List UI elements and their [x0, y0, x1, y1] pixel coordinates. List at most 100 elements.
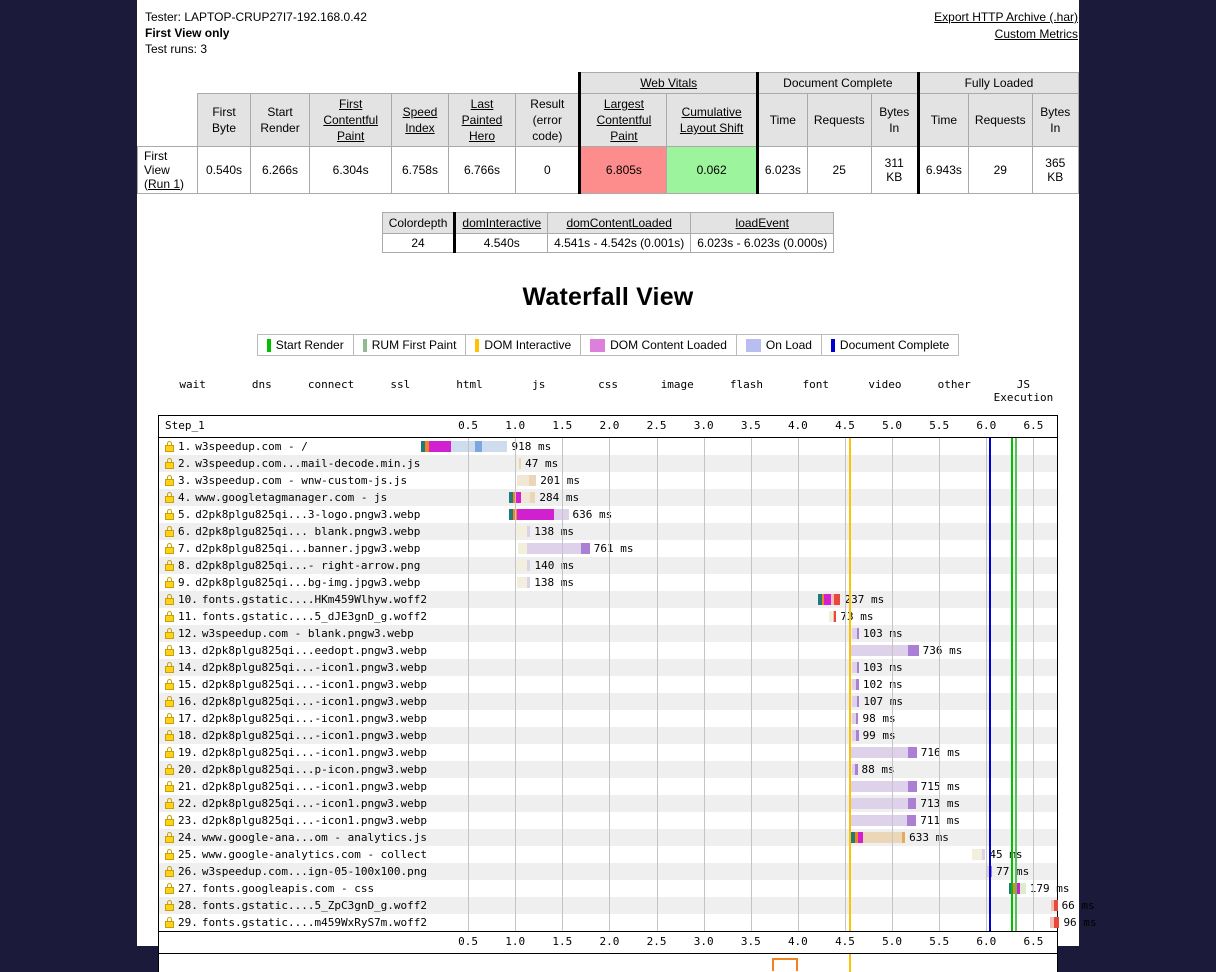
- request-label[interactable]: 4. www.googletagmanager.com - js: [159, 491, 421, 504]
- waterfall-row[interactable]: 16. d2pk8plgu825qi...-icon1.pngw3.webp 107…: [159, 693, 1057, 710]
- request-label[interactable]: 26. w3speedup.com...ign-05-100x100.png: [159, 865, 427, 878]
- request-bar[interactable]: [971, 849, 986, 860]
- request-label[interactable]: 7. d2pk8plgu825qi...banner.jpgw3.webp: [159, 542, 421, 555]
- waterfall-row[interactable]: 17. d2pk8plgu825qi...-icon1.pngw3.webp 98 …: [159, 710, 1057, 727]
- request-label[interactable]: 14. d2pk8plgu825qi...-icon1.pngw3.webp: [159, 661, 427, 674]
- request-label[interactable]: 27. fonts.googleapis.com - css: [159, 882, 421, 895]
- request-label[interactable]: 16. d2pk8plgu825qi...-icon1.pngw3.webp: [159, 695, 427, 708]
- col-speed-index[interactable]: Speed Index: [391, 93, 449, 147]
- run-1-link[interactable]: Run 1: [148, 177, 180, 191]
- request-label[interactable]: 22. d2pk8plgu825qi...-icon1.pngw3.webp: [159, 797, 427, 810]
- request-bar[interactable]: [849, 662, 859, 673]
- request-bar[interactable]: [849, 696, 860, 707]
- request-bar[interactable]: [508, 492, 536, 503]
- request-bar[interactable]: [849, 679, 859, 690]
- request-bar[interactable]: [516, 458, 522, 469]
- request-bar[interactable]: [517, 526, 531, 537]
- request-bar[interactable]: [849, 628, 859, 639]
- waterfall-row[interactable]: 24. www.google-ana...om - analytics.js 633…: [159, 829, 1057, 846]
- waterfall-row[interactable]: 25. www.google-analytics.com - collect 45 …: [159, 846, 1057, 863]
- request-bar[interactable]: [518, 543, 590, 554]
- request-label[interactable]: 9. d2pk8plgu825qi...bg-img.jpgw3.webp: [159, 576, 421, 589]
- col-domcontentloaded[interactable]: domContentLoaded: [547, 212, 692, 234]
- request-label[interactable]: 8. d2pk8plgu825qi...- right-arrow.png: [159, 559, 421, 572]
- col-dominteractive[interactable]: domInteractive: [453, 212, 549, 234]
- waterfall-row[interactable]: 26. w3speedup.com...ign-05-100x100.png 77 …: [159, 863, 1057, 880]
- waterfall-row[interactable]: 15. d2pk8plgu825qi...-icon1.pngw3.webp 102…: [159, 676, 1057, 693]
- request-label[interactable]: 10. fonts.gstatic....HKm459Wlhyw.woff2: [159, 593, 427, 606]
- waterfall-row[interactable]: 13. d2pk8plgu825qi...eedopt.pngw3.webp 736…: [159, 642, 1057, 659]
- request-bar[interactable]: [849, 645, 919, 656]
- custom-metrics-link[interactable]: Custom Metrics: [934, 26, 1078, 43]
- request-bar[interactable]: [508, 509, 569, 520]
- request-label[interactable]: 11. fonts.gstatic....5_dJE3gnD_g.woff2: [159, 610, 427, 623]
- request-label[interactable]: 24. www.google-ana...om - analytics.js: [159, 831, 427, 844]
- request-label[interactable]: 15. d2pk8plgu825qi...-icon1.pngw3.webp: [159, 678, 427, 691]
- request-bar[interactable]: [849, 713, 859, 724]
- request-bar[interactable]: [849, 747, 917, 758]
- request-label[interactable]: 21. d2pk8plgu825qi...-icon1.pngw3.webp: [159, 780, 427, 793]
- col-last-painted-hero[interactable]: Last Painted Hero: [447, 93, 517, 147]
- waterfall-row[interactable]: 19. d2pk8plgu825qi...-icon1.pngw3.webp 716…: [159, 744, 1057, 761]
- waterfall-row[interactable]: 21. d2pk8plgu825qi...-icon1.pngw3.webp 715…: [159, 778, 1057, 795]
- waterfall-row[interactable]: 1. w3speedup.com - / 918 ms: [159, 438, 1057, 455]
- waterfall-row[interactable]: 29. fonts.gstatic....m459WxRyS7m.woff2 96 …: [159, 914, 1097, 931]
- request-label[interactable]: 28. fonts.gstatic....5_ZpC3gnD_g.woff2: [159, 899, 427, 912]
- waterfall-row[interactable]: 12. w3speedup.com - blank.pngw3.webp 103 m…: [159, 625, 1057, 642]
- waterfall-row[interactable]: 20. d2pk8plgu825qi...p-icon.pngw3.webp 88 …: [159, 761, 1057, 778]
- request-bar[interactable]: [849, 781, 917, 792]
- waterfall-row[interactable]: 5. d2pk8plgu825qi...3-logo.pngw3.webp 636 …: [159, 506, 1057, 523]
- request-bar-segment: [451, 441, 476, 452]
- request-bar[interactable]: [984, 866, 993, 877]
- request-bar[interactable]: [818, 594, 841, 605]
- waterfall-row[interactable]: 23. d2pk8plgu825qi...-icon1.pngw3.webp 711…: [159, 812, 1057, 829]
- request-bar[interactable]: [517, 475, 537, 486]
- request-bar[interactable]: [849, 730, 859, 741]
- waterfall-row[interactable]: 10. fonts.gstatic....HKm459Wlhyw.woff2 237…: [159, 591, 1057, 608]
- waterfall-row[interactable]: 9. d2pk8plgu825qi...bg-img.jpgw3.webp 138 …: [159, 574, 1057, 591]
- request-bar[interactable]: [1008, 883, 1026, 894]
- request-label[interactable]: 19. d2pk8plgu825qi...-icon1.pngw3.webp: [159, 746, 427, 759]
- col-cumulative-layout-shift[interactable]: Cumulative Layout Shift: [666, 93, 759, 147]
- col-largest-contentful-paint[interactable]: Largest Contentful Paint: [578, 93, 668, 147]
- request-label[interactable]: 13. d2pk8plgu825qi...eedopt.pngw3.webp: [159, 644, 427, 657]
- waterfall-row[interactable]: 27. fonts.googleapis.com - css 179 ms: [159, 880, 1070, 897]
- waterfall-row[interactable]: 7. d2pk8plgu825qi...banner.jpgw3.webp 761 …: [159, 540, 1057, 557]
- export-har-link[interactable]: Export HTTP Archive (.har): [934, 9, 1078, 26]
- waterfall-row[interactable]: 4. www.googletagmanager.com - js 284 ms: [159, 489, 1057, 506]
- request-label[interactable]: 2. w3speedup.com...mail-decode.min.js: [159, 457, 421, 470]
- request-label[interactable]: 5. d2pk8plgu825qi...3-logo.pngw3.webp: [159, 508, 421, 521]
- waterfall-row[interactable]: 22. d2pk8plgu825qi...-icon1.pngw3.webp 713…: [159, 795, 1057, 812]
- request-label[interactable]: 12. w3speedup.com - blank.pngw3.webp: [159, 627, 421, 640]
- col-loadevent[interactable]: loadEvent: [690, 212, 835, 234]
- request-bar[interactable]: [1050, 917, 1060, 928]
- request-bar[interactable]: [829, 611, 837, 622]
- request-bar[interactable]: [849, 798, 917, 809]
- request-label[interactable]: 25. www.google-analytics.com - collect: [159, 848, 427, 861]
- request-bar[interactable]: [845, 832, 906, 843]
- waterfall-row[interactable]: 11. fonts.gstatic....5_dJE3gnD_g.woff2 73 …: [159, 608, 1057, 625]
- waterfall-row[interactable]: 28. fonts.gstatic....5_ZpC3gnD_g.woff2 66 …: [159, 897, 1095, 914]
- request-label[interactable]: 20. d2pk8plgu825qi...p-icon.pngw3.webp: [159, 763, 427, 776]
- request-bar[interactable]: [1051, 900, 1058, 911]
- col-first-contentful-paint[interactable]: First Contentful Paint: [309, 93, 393, 147]
- waterfall-row[interactable]: 3. w3speedup.com - wnw-custom-js.js 201 ms: [159, 472, 1057, 489]
- request-label[interactable]: 6. d2pk8plgu825qi... blank.pngw3.webp: [159, 525, 421, 538]
- request-label[interactable]: 17. d2pk8plgu825qi...-icon1.pngw3.webp: [159, 712, 427, 725]
- request-bar[interactable]: [849, 764, 858, 775]
- request-label[interactable]: 1. w3speedup.com - /: [159, 440, 421, 453]
- waterfall-row[interactable]: 2. w3speedup.com...mail-decode.min.js 47 m…: [159, 455, 1057, 472]
- waterfall-row[interactable]: 18. d2pk8plgu825qi...-icon1.pngw3.webp 99 …: [159, 727, 1057, 744]
- waterfall-row[interactable]: 14. d2pk8plgu825qi...-icon1.pngw3.webp 103…: [159, 659, 1057, 676]
- request-label[interactable]: 29. fonts.gstatic....m459WxRyS7m.woff2: [159, 916, 427, 929]
- waterfall-row[interactable]: 6. d2pk8plgu825qi... blank.pngw3.webp 138 …: [159, 523, 1057, 540]
- request-bar[interactable]: [517, 560, 531, 571]
- request-bar[interactable]: [517, 577, 531, 588]
- request-bar[interactable]: [849, 815, 917, 826]
- waterfall-row[interactable]: 8. d2pk8plgu825qi...- right-arrow.png 140 …: [159, 557, 1057, 574]
- request-label[interactable]: 23. d2pk8plgu825qi...-icon1.pngw3.webp: [159, 814, 427, 827]
- request-label[interactable]: 3. w3speedup.com - wnw-custom-js.js: [159, 474, 421, 487]
- request-label[interactable]: 18. d2pk8plgu825qi...-icon1.pngw3.webp: [159, 729, 427, 742]
- request-bar[interactable]: [421, 441, 508, 452]
- content-type-label: video: [868, 378, 902, 391]
